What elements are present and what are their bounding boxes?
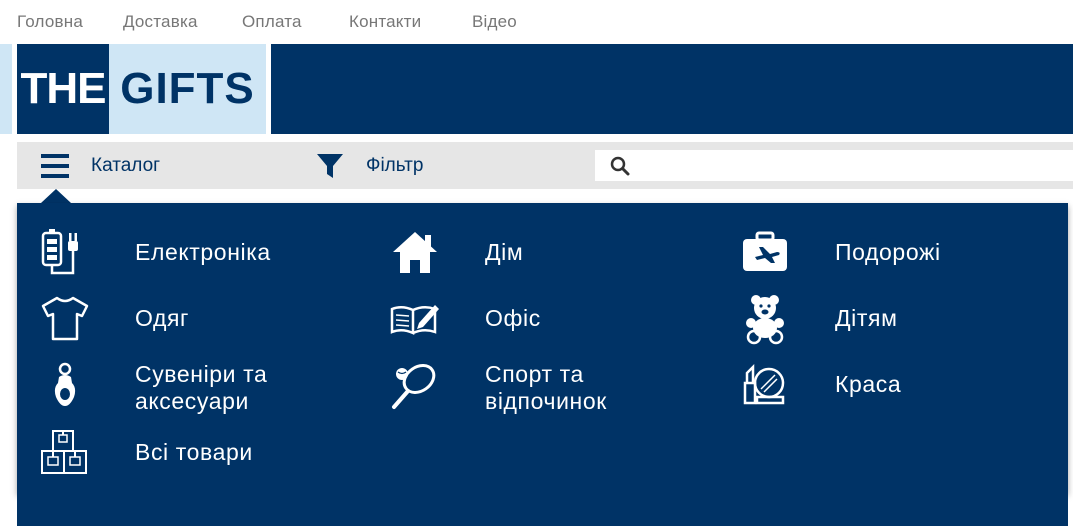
category-travel[interactable]: Подорожі	[739, 227, 1059, 279]
nav-link-video[interactable]: Відео	[472, 12, 517, 32]
nav-link-payment[interactable]: Оплата	[242, 12, 302, 32]
tennis-racket-icon	[392, 364, 436, 409]
category-souvenirs[interactable]: Сувеніри та аксесуари	[39, 359, 359, 415]
category-label: Електроніка	[135, 239, 271, 265]
category-label: Подорожі	[835, 239, 941, 265]
filter-button[interactable]: Фільтр	[307, 142, 507, 189]
header-banner	[271, 44, 1073, 134]
nav-link-home[interactable]: Головна	[17, 12, 83, 32]
nav-link-contacts[interactable]: Контакти	[349, 12, 421, 32]
category-label: Дім	[485, 239, 524, 265]
logo-part-gifts: GIFTS	[109, 44, 266, 134]
banner-bottom-strip	[17, 493, 1068, 526]
category-home[interactable]: Дім	[389, 227, 709, 279]
nav-link-delivery[interactable]: Доставка	[123, 12, 198, 32]
boxes-icon	[41, 430, 87, 474]
category-label: Офіс	[485, 305, 541, 331]
book-pen-icon	[390, 305, 439, 335]
category-label: Всі товари	[135, 439, 253, 465]
category-label: Краса	[835, 371, 902, 397]
house-icon	[393, 232, 437, 273]
site-logo[interactable]: THE GIFTS	[17, 44, 266, 134]
site-header: THE GIFTS	[0, 44, 1073, 134]
tshirt-icon	[41, 296, 89, 341]
category-sport[interactable]: Спорт та відпочинок	[389, 359, 709, 415]
category-office[interactable]: Офіс	[389, 293, 709, 345]
category-all-products[interactable]: Всі товари	[39, 427, 359, 479]
search-input[interactable]	[635, 150, 1069, 183]
battery-plug-icon	[41, 229, 78, 275]
hamburger-icon	[41, 154, 69, 178]
category-clothing[interactable]: Одяг	[39, 293, 359, 345]
suitcase-plane-icon	[743, 231, 787, 271]
funnel-icon	[317, 154, 343, 178]
category-electronics[interactable]: Електроніка	[39, 227, 359, 279]
catalog-toolbar: Каталог Фільтр	[17, 142, 1073, 189]
filter-label: Фільтр	[366, 155, 424, 176]
search-icon[interactable]	[610, 156, 630, 176]
catalog-button[interactable]: Каталог	[17, 142, 287, 189]
category-label: Спорт та відпочинок	[485, 361, 607, 414]
header-left-strip	[0, 44, 12, 134]
lipstick-mirror-icon	[743, 363, 785, 405]
top-navigation: Головна Доставка Оплата Контакти Відео	[0, 0, 1073, 44]
category-label: Дітям	[835, 305, 898, 331]
category-label: Сувеніри та аксесуари	[135, 361, 268, 414]
search-box	[595, 150, 1073, 183]
catalog-dropdown: Електроніка Дім Подорожі Одяг Офіс Дітям…	[17, 203, 1068, 493]
catalog-label: Каталог	[91, 155, 161, 176]
logo-part-the: THE	[17, 44, 109, 134]
keychain-icon	[54, 362, 76, 406]
category-kids[interactable]: Дітям	[739, 293, 1059, 345]
category-beauty[interactable]: Краса	[739, 359, 1059, 415]
teddy-bear-icon	[746, 295, 784, 345]
dropdown-caret	[41, 189, 71, 203]
category-label: Одяг	[135, 305, 190, 331]
